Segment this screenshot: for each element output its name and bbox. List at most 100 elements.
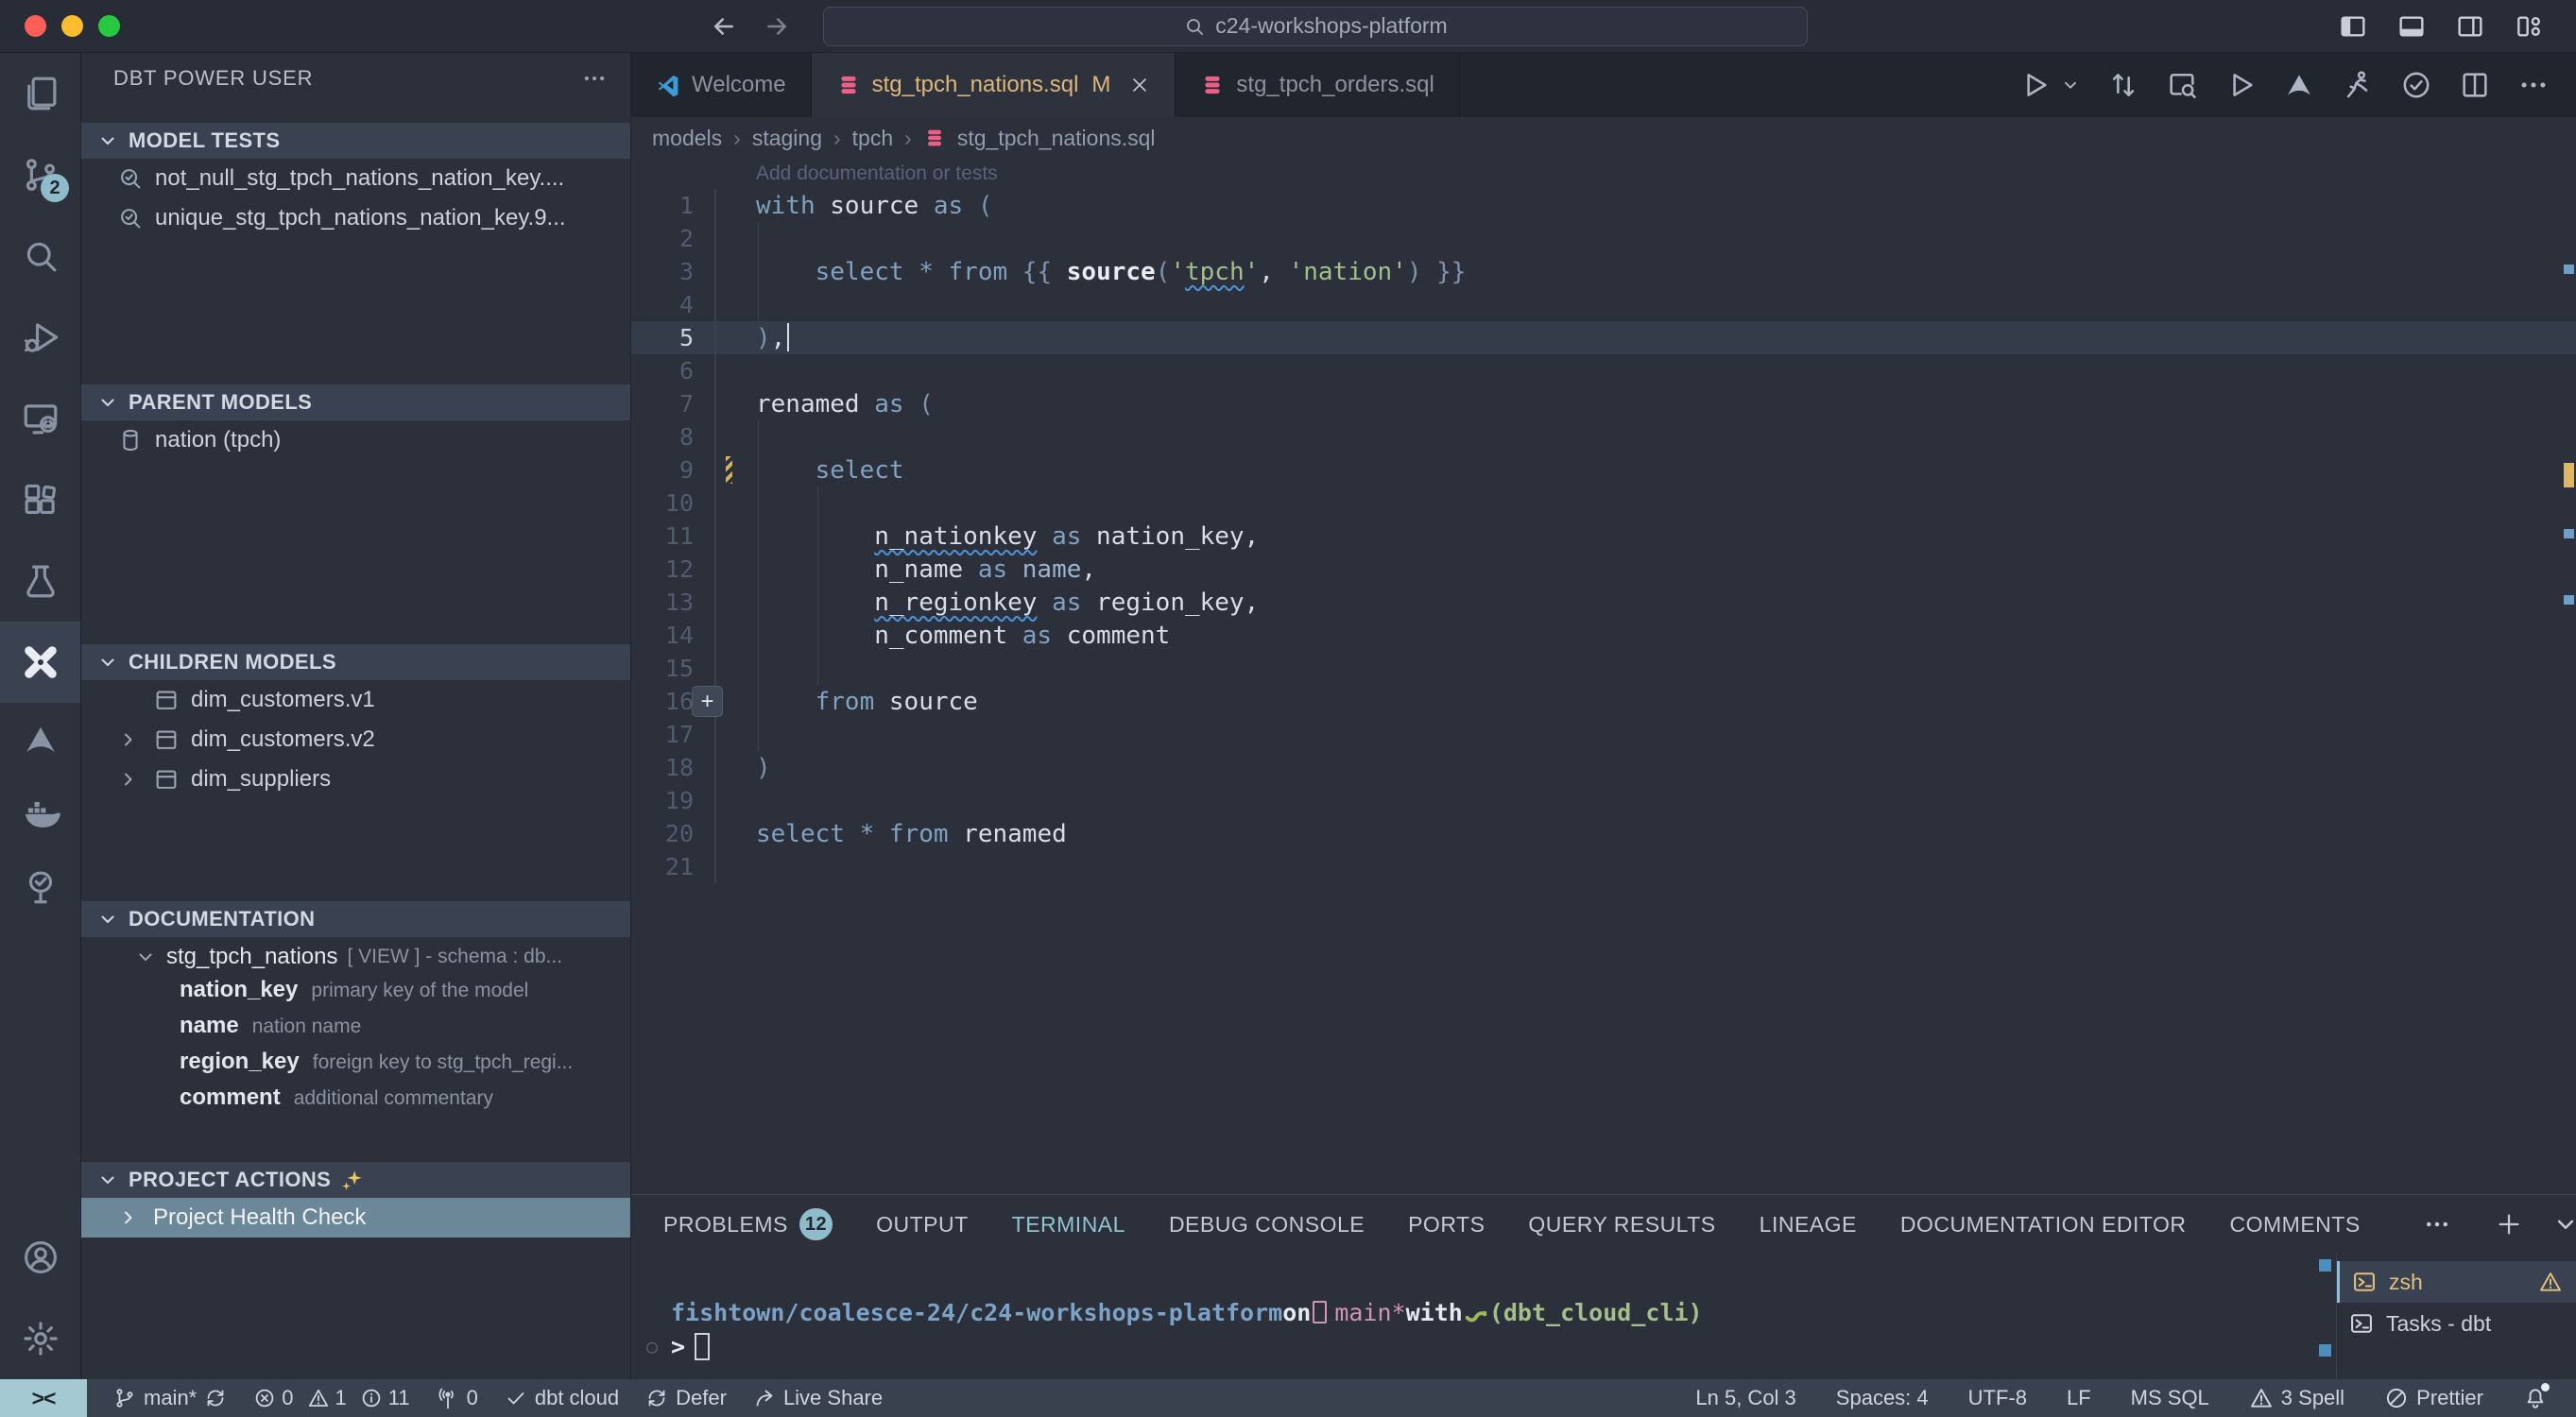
sidebar-item[interactable]: nation (tpch) xyxy=(81,420,630,460)
code-line[interactable]: 12 n_name as name, xyxy=(631,553,2576,586)
status-item-dbt-cloud[interactable]: dbt cloud xyxy=(505,1386,619,1410)
activity-item-dbt-power-user[interactable] xyxy=(0,622,80,703)
sidebar-item[interactable]: not_null_stg_tpch_nations_nation_key.... xyxy=(81,159,630,198)
status-item-ports-forwarded[interactable]: 0 xyxy=(437,1386,478,1410)
doc-model-row[interactable]: stg_tpch_nations[ VIEW ] - schema : db..… xyxy=(81,937,630,977)
sidebar-item[interactable]: dim_customers.v2 xyxy=(81,720,630,760)
section-header-parent-models[interactable]: PARENT MODELS xyxy=(81,384,630,420)
more-actions-button[interactable] xyxy=(2517,69,2550,101)
command-decoration[interactable] xyxy=(2319,1259,2331,1272)
remote-indicator[interactable]: >< xyxy=(0,1379,87,1417)
activity-item-explorer[interactable] xyxy=(0,53,80,134)
customize-layout-icon[interactable] xyxy=(2514,11,2544,42)
doc-column-row[interactable]: region_keyforeign key to stg_tpch_regi..… xyxy=(81,1049,630,1084)
activity-item-todo-tree[interactable] xyxy=(0,850,80,924)
code-line[interactable]: 4 xyxy=(631,288,2576,321)
status-item-cursor-position[interactable]: Ln 5, Col 3 xyxy=(1695,1386,1795,1410)
code-line[interactable]: 3 select * from {{ source('tpch', 'natio… xyxy=(631,255,2576,288)
section-header-model-tests[interactable]: MODEL TESTS xyxy=(81,123,630,159)
chevron-down-icon[interactable] xyxy=(2060,75,2081,95)
navigate-forward-icon[interactable] xyxy=(763,12,791,41)
split-editor-button[interactable] xyxy=(2459,69,2491,101)
breadcrumb-item[interactable]: stg_tpch_nations.sql xyxy=(957,126,1156,151)
panel-tab-output[interactable]: OUTPUT xyxy=(876,1212,969,1238)
codelens-action[interactable]: Add documentation or tests xyxy=(631,159,2576,189)
code-line[interactable]: 16+ from source xyxy=(631,685,2576,718)
code-line[interactable]: 7renamed as ( xyxy=(631,387,2576,420)
breadcrumb-item[interactable]: tpch xyxy=(852,126,893,151)
activity-item-accounts[interactable] xyxy=(0,1217,80,1298)
code-line[interactable]: 19 xyxy=(631,784,2576,817)
section-header-documentation[interactable]: DOCUMENTATION xyxy=(81,901,630,937)
close-icon[interactable] xyxy=(1129,75,1150,95)
breadcrumb[interactable]: models›staging›tpch›stg_tpch_nations.sql xyxy=(631,117,2576,159)
toggle-secondary-sidebar-icon[interactable] xyxy=(2455,11,2485,42)
navigate-back-icon[interactable] xyxy=(710,12,738,41)
sidebar-item[interactable]: dim_customers.v1 xyxy=(81,680,630,720)
test-model-button[interactable] xyxy=(2400,69,2432,101)
code-line[interactable]: 10 xyxy=(631,487,2576,520)
section-header-children-models[interactable]: CHILDREN MODELS xyxy=(81,644,630,680)
terminal-output[interactable]: fishtown/coalesce-24/c24-workshops-platf… xyxy=(631,1254,2336,1379)
doc-column-row[interactable]: namenation name xyxy=(81,1013,630,1049)
terminal-instance-zsh[interactable]: zsh xyxy=(2337,1261,2576,1303)
status-item-live-share[interactable]: Live Share xyxy=(753,1386,883,1410)
panel-tab-query-results[interactable]: QUERY RESULTS xyxy=(1528,1212,1715,1238)
close-window-button[interactable] xyxy=(25,15,46,37)
activity-item-run-debug[interactable] xyxy=(0,297,80,378)
code-line[interactable]: 6 xyxy=(631,354,2576,387)
sidebar-more-actions-icon[interactable] xyxy=(581,65,608,92)
activity-item-docker[interactable] xyxy=(0,777,80,850)
code-line[interactable]: 1with source as ( xyxy=(631,189,2576,222)
status-item-defer[interactable]: Defer xyxy=(645,1386,727,1410)
panel-tab-comments[interactable]: COMMENTS xyxy=(2230,1212,2361,1238)
activity-item-extensions[interactable] xyxy=(0,459,80,540)
toggle-panel-icon[interactable] xyxy=(2396,11,2427,42)
tab-stg_tpch_nations-sql[interactable]: stg_tpch_nations.sqlM xyxy=(812,53,1176,117)
status-item-indentation[interactable]: Spaces: 4 xyxy=(1836,1386,1929,1410)
doc-column-row[interactable]: commentadditional commentary xyxy=(81,1084,630,1120)
sidebar-item[interactable]: unique_stg_tpch_nations_nation_key.9... xyxy=(81,198,630,238)
code-line[interactable]: 11 n_nationkey as nation_key, xyxy=(631,520,2576,553)
terminal-instance-tasks-dbt[interactable]: Tasks - dbt xyxy=(2337,1303,2576,1344)
panel-tab-documentation-editor[interactable]: DOCUMENTATION EDITOR xyxy=(1900,1212,2187,1238)
add-test-button[interactable]: + xyxy=(692,686,723,717)
sidebar-item[interactable]: dim_suppliers xyxy=(81,760,630,799)
section-header-project-actions[interactable]: PROJECT ACTIONS xyxy=(81,1162,630,1198)
doc-column-row[interactable]: nation_keyprimary key of the model xyxy=(81,977,630,1013)
code-line[interactable]: 13 n_regionkey as region_key, xyxy=(631,586,2576,619)
command-decoration[interactable] xyxy=(2319,1344,2331,1357)
code-line[interactable]: 8 xyxy=(631,420,2576,453)
status-item-spell-checker[interactable]: 3 Spell xyxy=(2249,1386,2344,1410)
zoom-window-button[interactable] xyxy=(98,15,120,37)
activity-item-remote-explorer[interactable] xyxy=(0,378,80,459)
panel-tabs-overflow-icon[interactable] xyxy=(2423,1210,2451,1238)
minimize-window-button[interactable] xyxy=(61,15,83,37)
panel-tab-ports[interactable]: PORTS xyxy=(1408,1212,1485,1238)
panel-tab-lineage[interactable]: LINEAGE xyxy=(1760,1212,1857,1238)
code-line[interactable]: 2 xyxy=(631,222,2576,255)
activity-item-altimate[interactable] xyxy=(0,703,80,777)
compare-compiled-button[interactable] xyxy=(2107,69,2139,101)
status-item-encoding[interactable]: UTF-8 xyxy=(1968,1386,2027,1410)
tab-welcome[interactable]: Welcome xyxy=(631,53,812,117)
code-line[interactable]: 21 xyxy=(631,850,2576,883)
status-item-prettier[interactable]: Prettier xyxy=(2384,1386,2483,1410)
altimate-scan-button[interactable] xyxy=(2283,69,2315,101)
panel-tab-problems[interactable]: PROBLEMS12 xyxy=(663,1208,833,1240)
tab-stg_tpch_orders-sql[interactable]: stg_tpch_orders.sql xyxy=(1176,53,1459,117)
status-item-language-mode[interactable]: MS SQL xyxy=(2131,1386,2209,1410)
code-line[interactable]: 14 n_comment as comment xyxy=(631,619,2576,652)
status-item-problems-summary[interactable]: 0111 xyxy=(253,1386,409,1410)
code-line[interactable]: 18) xyxy=(631,751,2576,784)
code-line[interactable]: 17 xyxy=(631,718,2576,751)
command-center-search[interactable]: c24-workshops-platform xyxy=(823,7,1808,46)
code-line[interactable]: 20select * from renamed xyxy=(631,817,2576,850)
activity-item-search[interactable] xyxy=(0,215,80,297)
activity-item-source-control[interactable]: 2 xyxy=(0,134,80,215)
code-line[interactable]: 5), xyxy=(631,321,2576,354)
breadcrumb-item[interactable]: staging xyxy=(752,126,822,151)
panel-tab-terminal[interactable]: TERMINAL xyxy=(1012,1212,1125,1238)
status-item-notifications[interactable] xyxy=(2523,1386,2548,1410)
run-model-button[interactable] xyxy=(2342,69,2374,101)
